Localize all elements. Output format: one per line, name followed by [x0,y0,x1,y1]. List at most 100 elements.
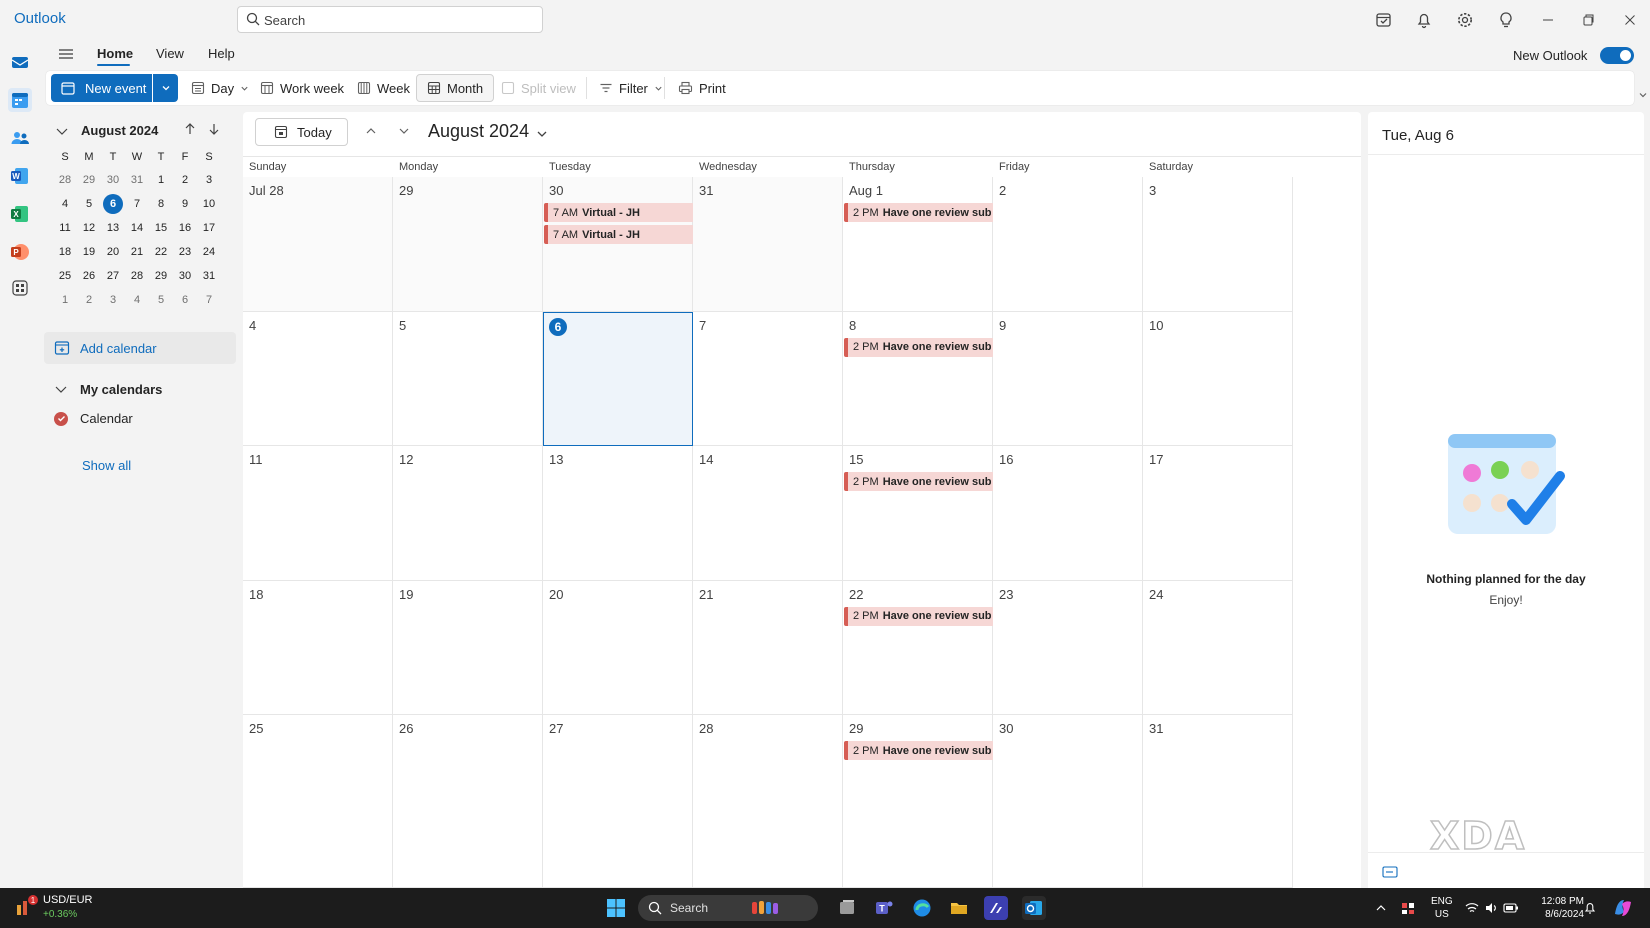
restore-icon[interactable] [1578,10,1598,30]
day-view-button[interactable]: Day [191,76,249,100]
excel-icon[interactable]: X [8,202,32,226]
mini-day[interactable]: 28 [125,264,149,288]
mini-day[interactable]: 5 [77,192,101,216]
day-cell[interactable]: 20 [543,580,693,715]
mini-day[interactable]: 5 [149,288,173,312]
stock-ticker-icon[interactable]: 1 [14,895,38,922]
clock[interactable]: 12:08 PM 8/6/2024 [1524,895,1584,921]
mini-day[interactable]: 19 [77,240,101,264]
calendar-event[interactable]: 2 PM Have one review sub [844,606,994,626]
checkmark-icon[interactable] [54,411,68,426]
day-cell[interactable]: 19 [393,580,543,715]
chevron-down-icon[interactable] [397,124,411,138]
ticker-symbol[interactable]: USD/EUR [43,894,93,906]
calendar-event[interactable]: 2 PM Have one review sub [844,203,994,222]
volume-icon[interactable] [1484,901,1498,915]
mini-day[interactable]: 2 [77,288,101,312]
mini-day[interactable]: 28 [53,168,77,192]
day-cell[interactable]: 29 [393,177,543,312]
tab-view[interactable]: View [156,46,184,61]
mini-day[interactable]: 21 [125,240,149,264]
expand-pane-icon[interactable] [1382,866,1398,878]
mini-day[interactable]: 31 [125,168,149,192]
new-event-button[interactable]: New event [51,74,152,102]
teams-icon[interactable]: T [872,896,896,920]
mini-day[interactable]: 26 [77,264,101,288]
split-view-button[interactable]: Split view [501,76,576,100]
day-cell[interactable]: 21 [693,580,843,715]
language-indicator[interactable]: ENG US [1431,895,1453,921]
search-input[interactable] [264,10,534,30]
chevron-down-icon[interactable] [1638,90,1648,100]
day-cell[interactable]: 5 [393,311,543,446]
mini-day[interactable]: 14 [125,216,149,240]
mini-day[interactable]: 23 [173,240,197,264]
mini-day[interactable]: 10 [197,192,221,216]
arrow-up-icon[interactable] [183,122,197,136]
mini-day[interactable]: 8 [149,192,173,216]
add-calendar-button[interactable]: Add calendar [44,332,236,364]
windows-start-icon[interactable] [604,896,628,920]
mini-day[interactable]: 13 [101,216,125,240]
my-calendars-header[interactable]: My calendars [44,378,162,400]
day-cell[interactable]: 2 [993,177,1143,312]
day-cell[interactable]: 29 2 PM Have one review sub [843,715,994,888]
taskbar-search[interactable]: Search [638,895,818,921]
week-view-button[interactable]: Week [357,76,410,100]
mini-day[interactable]: 7 [197,288,221,312]
day-cell[interactable]: 22 2 PM Have one review sub [843,580,994,715]
more-apps-icon[interactable] [8,276,32,300]
mini-day[interactable]: 1 [149,168,173,192]
day-cell[interactable]: 17 [1143,446,1293,581]
arrow-down-icon[interactable] [207,122,221,136]
bell-icon[interactable] [1414,10,1434,30]
chevron-up-icon[interactable] [1375,902,1387,914]
mini-day[interactable]: 4 [53,192,77,216]
show-all-link[interactable]: Show all [82,458,131,473]
chevron-down-icon[interactable] [55,124,69,138]
day-cell[interactable]: 15 2 PM Have one review sub [843,446,994,581]
month-view-button[interactable]: Month [416,74,495,102]
mini-day[interactable]: 3 [101,288,125,312]
mini-day[interactable]: 29 [77,168,101,192]
day-cell[interactable]: 26 [393,715,543,888]
task-view-icon[interactable] [835,896,859,920]
mini-day[interactable]: 24 [197,240,221,264]
calendar-event[interactable]: 2 PM Have one review sub [844,337,994,357]
outlook-taskbar-icon[interactable] [1022,896,1046,920]
calendar-event[interactable]: 2 PM Have one review sub [844,741,994,760]
calendar-event[interactable]: 7 AM Virtual - JH [544,203,694,222]
day-cell[interactable]: 9 [993,311,1143,446]
day-cell[interactable]: 3 [1143,177,1293,312]
new-event-dropdown[interactable] [153,74,178,102]
day-cell[interactable]: 31 [1143,715,1293,888]
mini-day[interactable]: 9 [173,192,197,216]
mini-day[interactable]: 11 [53,216,77,240]
search-box[interactable] [237,6,543,33]
day-cell[interactable]: 27 [543,715,693,888]
mini-day[interactable]: 30 [101,168,125,192]
my-day-icon[interactable] [1374,10,1394,30]
mini-day[interactable]: 1 [53,288,77,312]
mini-day[interactable]: 3 [197,168,221,192]
day-cell[interactable]: 31 [693,177,843,312]
tab-home[interactable]: Home [97,46,133,61]
mini-day[interactable]: 15 [149,216,173,240]
day-cell[interactable]: 10 [1143,311,1293,446]
lightbulb-icon[interactable] [1496,10,1516,30]
mini-day[interactable]: 22 [149,240,173,264]
filter-button[interactable]: Filter [599,76,663,100]
day-cell[interactable]: 28 [693,715,843,888]
minimize-icon[interactable] [1538,10,1558,30]
wifi-icon[interactable] [1465,901,1479,915]
today-button[interactable]: Today [255,118,348,146]
day-cell[interactable]: 8 2 PM Have one review sub [843,311,994,446]
work-week-view-button[interactable]: Work week [260,76,344,100]
app-tray-icon[interactable] [1400,900,1416,916]
day-cell[interactable]: 24 [1143,580,1293,715]
print-button[interactable]: Print [678,76,726,100]
mini-day[interactable]: 20 [101,240,125,264]
day-cell[interactable]: 18 [243,580,393,715]
mini-day[interactable]: 17 [197,216,221,240]
close-icon[interactable] [1620,10,1640,30]
